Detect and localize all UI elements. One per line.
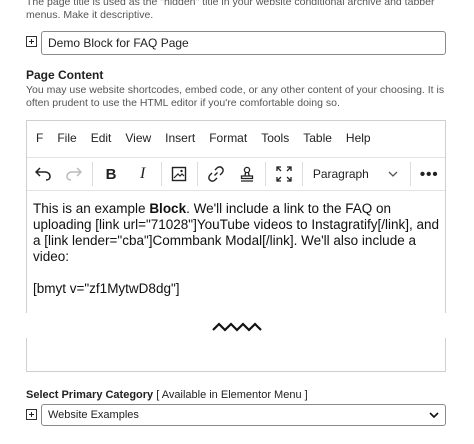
primary-category-label: Select Primary Category [ Available in E… xyxy=(26,389,308,401)
redo-icon xyxy=(66,167,83,181)
editor-bottom-edge xyxy=(26,338,446,372)
menu-item-help[interactable]: Help xyxy=(346,131,371,145)
menu-item-table[interactable]: Table xyxy=(303,131,332,145)
primary-category-row: Website Examples xyxy=(26,404,446,426)
page-title-help: The page title is used as the "hidden" t… xyxy=(26,0,435,21)
toolbar-divider xyxy=(92,162,94,186)
block-format-value: Paragraph xyxy=(312,167,369,181)
bold-button[interactable]: B xyxy=(95,157,127,191)
editor-menubar: F File Edit View Insert Format Tools Tab… xyxy=(27,121,445,155)
page-title-row xyxy=(26,31,446,55)
content-paragraph-shortcode: [bmyt v="zf1MytwD8dg"] xyxy=(33,281,180,296)
menu-item-tools[interactable]: Tools xyxy=(261,131,289,145)
toolbar-divider xyxy=(301,162,303,186)
stamp-icon xyxy=(241,166,254,182)
page-content-help: You may use website shortcodes, embed co… xyxy=(26,84,445,109)
menu-item-view[interactable]: View xyxy=(125,131,151,145)
chevron-down-icon xyxy=(429,412,439,418)
block-format-select[interactable]: Paragraph xyxy=(305,157,409,191)
insert-image-button[interactable] xyxy=(163,157,195,191)
link-icon xyxy=(208,166,224,182)
primary-category-note: [ Available in Elementor Menu ] xyxy=(156,389,308,401)
content-paragraph: This is an example Block. We'll include … xyxy=(33,201,441,265)
image-icon xyxy=(172,166,187,182)
content-text: This is an example xyxy=(33,201,150,216)
page-content-label: Page Content xyxy=(26,68,104,82)
primary-category-select[interactable]: Website Examples xyxy=(41,404,446,426)
toolbar-divider xyxy=(197,162,199,186)
italic-icon: I xyxy=(140,165,146,182)
content-bold-text: Block xyxy=(149,201,187,216)
squiggle-break-icon xyxy=(212,322,262,332)
toolbar-divider xyxy=(410,162,412,186)
plus-square-icon[interactable] xyxy=(26,36,37,47)
redo-button[interactable] xyxy=(59,157,91,191)
toolbar-divider xyxy=(160,162,162,186)
italic-button[interactable]: I xyxy=(127,157,159,191)
undo-button[interactable] xyxy=(27,157,59,191)
plus-square-icon[interactable] xyxy=(26,409,37,420)
menu-item-f[interactable]: F xyxy=(36,131,43,145)
fullscreen-button[interactable] xyxy=(268,157,300,191)
stamp-button[interactable] xyxy=(232,157,264,191)
menu-item-format[interactable]: Format xyxy=(209,131,247,145)
primary-category-title: Select Primary Category xyxy=(26,389,154,401)
fullscreen-icon xyxy=(276,166,292,182)
more-options-button[interactable]: ••• xyxy=(413,157,445,191)
undo-icon xyxy=(34,167,51,181)
more-horizontal-icon: ••• xyxy=(419,165,439,183)
editor-content-area[interactable]: This is an example Block. We'll include … xyxy=(33,201,441,313)
bold-icon: B xyxy=(105,165,117,183)
menu-item-edit[interactable]: Edit xyxy=(91,131,112,145)
menu-item-insert[interactable]: Insert xyxy=(165,131,195,145)
editor-toolbar: B I Paragraph ••• xyxy=(27,157,445,191)
page-title-input[interactable] xyxy=(41,31,446,55)
menu-item-file[interactable]: File xyxy=(57,131,76,145)
chevron-down-icon xyxy=(388,171,398,177)
insert-link-button[interactable] xyxy=(200,157,232,191)
toolbar-divider xyxy=(265,162,267,186)
primary-category-value: Website Examples xyxy=(48,409,139,421)
